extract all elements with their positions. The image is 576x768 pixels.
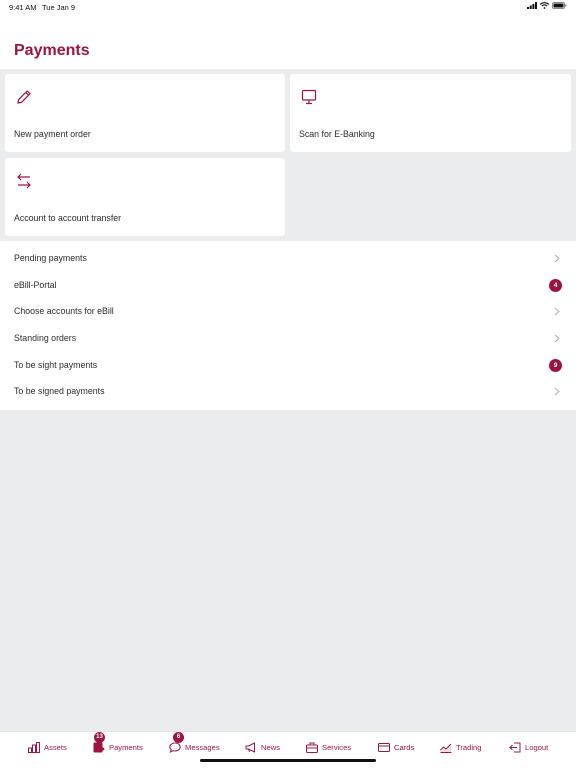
- tab-trading[interactable]: Trading: [440, 738, 481, 756]
- list-item-label: Choose accounts for eBill: [14, 306, 114, 317]
- tab-label: Messages: [185, 742, 220, 752]
- bar-chart-icon: [28, 741, 40, 753]
- list-item-signed-payments[interactable]: To be signed payments: [0, 378, 576, 405]
- tab-bar: Assets Payments 13 Messages 6 News Servi…: [0, 731, 576, 768]
- list-item-sight-payments[interactable]: To be sight payments 9: [0, 352, 576, 379]
- logout-icon: [509, 742, 521, 752]
- status-time: 9:41 AM: [9, 3, 37, 12]
- tab-payments[interactable]: Payments 13: [93, 732, 143, 756]
- pencil-icon: [17, 90, 31, 104]
- battery-icon: [552, 2, 567, 9]
- tab-label: Assets: [44, 742, 67, 752]
- list-item-choose-accounts-ebill[interactable]: Choose accounts for eBill: [0, 298, 576, 325]
- scan-for-ebanking-tile[interactable]: Scan for E-Banking: [290, 74, 571, 152]
- list-item-label: Pending payments: [14, 253, 87, 263]
- tab-label: Trading: [456, 742, 482, 752]
- trading-chart-icon: [440, 743, 452, 753]
- header: Payments: [0, 14, 576, 69]
- tab-label: Cards: [394, 742, 415, 752]
- tab-label: News: [261, 742, 280, 752]
- list-item-pending-payments[interactable]: Pending payments: [0, 245, 576, 272]
- list-item-label: Standing orders: [14, 333, 77, 344]
- tile-label: Scan for E-Banking: [299, 129, 375, 139]
- transfer-arrows-icon: [17, 173, 31, 189]
- megaphone-icon: [245, 742, 255, 752]
- chat-bubble-icon: [169, 741, 181, 753]
- page-title: Payments: [14, 42, 90, 59]
- tab-news[interactable]: News: [245, 738, 280, 756]
- cellular-signal-icon: [527, 2, 537, 9]
- status-date: Tue Jan 9: [42, 3, 76, 12]
- tile-label: Account to account transfer: [14, 213, 122, 223]
- monitor-icon: [301, 89, 317, 105]
- wifi-icon: [540, 2, 549, 9]
- list-item-label: To be sight payments: [14, 359, 98, 370]
- payments-list: Pending payments eBill-Portal 4 Choose a…: [0, 241, 576, 410]
- status-bar: 9:41 AM Tue Jan 9: [0, 0, 576, 14]
- new-payment-order-tile[interactable]: New payment order: [5, 74, 285, 152]
- tab-badge: 13: [94, 732, 105, 743]
- home-indicator: [200, 759, 376, 762]
- account-transfer-tile[interactable]: Account to account transfer: [5, 158, 285, 236]
- tile-label: New payment order: [14, 129, 91, 139]
- list-item-standing-orders[interactable]: Standing orders: [0, 325, 576, 352]
- tab-logout[interactable]: Logout: [509, 738, 548, 756]
- list-item-ebill-portal[interactable]: eBill-Portal 4: [0, 272, 576, 299]
- payment-actions: New payment order Scan for E-Banking Acc…: [0, 69, 576, 241]
- tab-badge: 6: [173, 732, 184, 743]
- chevron-right-icon: [554, 334, 560, 343]
- chevron-right-icon: [554, 254, 560, 263]
- credit-card-icon: [378, 742, 390, 752]
- count-badge: 4: [549, 278, 562, 292]
- chevron-right-icon: [554, 307, 560, 316]
- chevron-right-icon: [554, 388, 560, 396]
- tab-assets[interactable]: Assets: [28, 738, 67, 756]
- list-item-label: eBill-Portal: [14, 279, 57, 290]
- tab-label: Payments: [109, 742, 143, 752]
- tab-cards[interactable]: Cards: [378, 738, 414, 756]
- payments-icon: [93, 742, 105, 752]
- tab-services[interactable]: Services: [306, 738, 351, 756]
- list-item-label: To be signed payments: [14, 386, 105, 397]
- status-indicators: [527, 2, 567, 9]
- briefcase-icon: [306, 742, 318, 753]
- tab-label: Services: [322, 742, 352, 752]
- tab-label: Logout: [525, 742, 549, 752]
- tab-messages[interactable]: Messages 6: [169, 732, 220, 756]
- count-badge: 9: [549, 358, 562, 372]
